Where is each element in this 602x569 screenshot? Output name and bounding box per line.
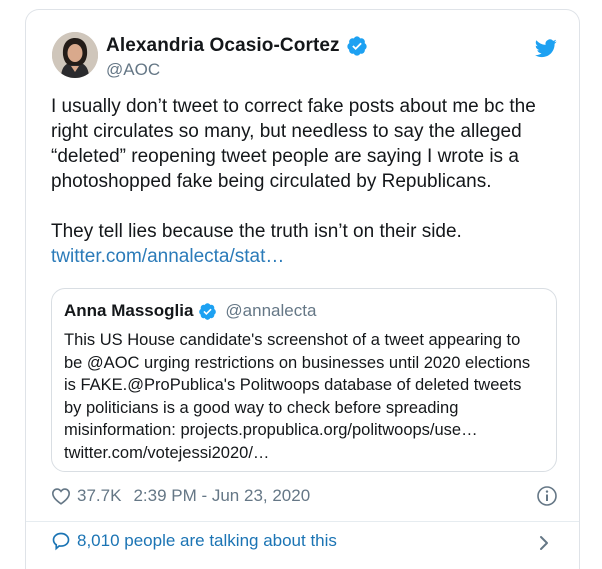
- quoted-display-name: Anna Massoglia: [64, 301, 194, 320]
- author-handle[interactable]: @AOC: [106, 60, 160, 80]
- verified-badge-icon: [198, 302, 217, 321]
- quoted-tweet[interactable]: Anna Massoglia @annalecta This US House …: [51, 288, 557, 472]
- conversation-count: 8,010 people are talking about this: [77, 531, 337, 550]
- quoted-body-line: misinformation: projects.propublica.org/…: [64, 421, 478, 439]
- tweet-meta: 37.7K 2:39 PM - Jun 23, 2020: [51, 486, 310, 506]
- tweet-body-line: “deleted” reopening tweet people are say…: [51, 146, 519, 167]
- tweet-body-line: They tell lies because the truth isn’t o…: [51, 221, 462, 242]
- quoted-body-line: by politicians is a good way to check be…: [64, 398, 459, 417]
- heart-icon[interactable]: [51, 487, 71, 505]
- like-count[interactable]: 37.7K: [77, 486, 121, 506]
- author-name-row: Alexandria Ocasio-Cortez: [106, 35, 368, 57]
- quoted-body-line: is FAKE.@ProPublica's Politwoops databas…: [64, 376, 522, 394]
- speech-bubble-icon: [51, 531, 71, 551]
- quoted-body: This US House candidate's screenshot of …: [64, 329, 544, 464]
- tweet-card: Alexandria Ocasio-Cortez @AOC I usually …: [25, 9, 580, 569]
- tweet-body: I usually don’t tweet to correct fake po…: [51, 94, 561, 269]
- chevron-right-icon[interactable]: [536, 534, 552, 552]
- tweet-body-line: I usually don’t tweet to correct fake po…: [51, 96, 536, 117]
- author-display-name[interactable]: Alexandria Ocasio-Cortez: [106, 35, 340, 57]
- tweet-link[interactable]: twitter.com/annalecta/stat…: [51, 244, 561, 269]
- tweet-body-line: right circulates so many, but needless t…: [51, 121, 522, 142]
- info-icon[interactable]: [536, 485, 558, 507]
- conversation-link[interactable]: 8,010 people are talking about this: [51, 531, 337, 551]
- tweet-body-line: photoshopped fake being circulated by Re…: [51, 171, 492, 192]
- quoted-body-line: This US House candidate's screenshot of …: [64, 331, 521, 349]
- quoted-body-line: be @AOC urging restrictions on businesse…: [64, 353, 531, 372]
- tweet-timestamp[interactable]: 2:39 PM - Jun 23, 2020: [133, 486, 310, 506]
- quoted-handle: @annalecta: [225, 301, 317, 320]
- avatar[interactable]: [52, 32, 98, 78]
- twitter-bird-icon[interactable]: [534, 37, 558, 59]
- quoted-author-row: Anna Massoglia @annalecta: [64, 301, 316, 321]
- divider: [26, 521, 579, 522]
- quoted-body-line: twitter.com/votejessi2020/…: [64, 443, 270, 462]
- verified-badge-icon: [346, 35, 368, 57]
